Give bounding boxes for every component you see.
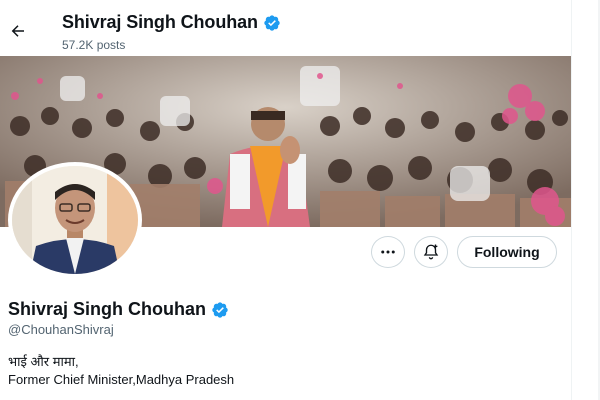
header-title: Shivraj Singh Chouhan [62,12,258,32]
notifications-button[interactable] [414,236,448,268]
more-options-button[interactable] [371,236,405,268]
avatar-photo [12,166,138,274]
notification-bell-icon [423,244,439,260]
back-button[interactable] [5,18,31,44]
more-options-icon [381,250,395,254]
verified-badge-icon [264,14,280,31]
back-arrow-icon [11,25,24,37]
profile-handle: @ChouhanShivraj [8,322,114,337]
avatar[interactable] [8,162,142,278]
header-title-wrap: Shivraj Singh Chouhan [62,12,281,33]
profile-name: Shivraj Singh Chouhan [8,299,207,319]
posts-count: 57.2K posts [62,38,126,52]
bio-line: Former Chief Minister,Madhya Pradesh [8,372,235,387]
profile-name-wrap: Shivraj Singh Chouhan [8,299,229,320]
column-divider [571,0,572,400]
following-button[interactable]: Following [457,236,557,268]
verified-badge-icon[interactable] [211,301,229,319]
bio-line: भाई और मामा, [8,354,79,369]
profile-header: Shivraj Singh Chouhan 57.2K posts [0,0,571,56]
